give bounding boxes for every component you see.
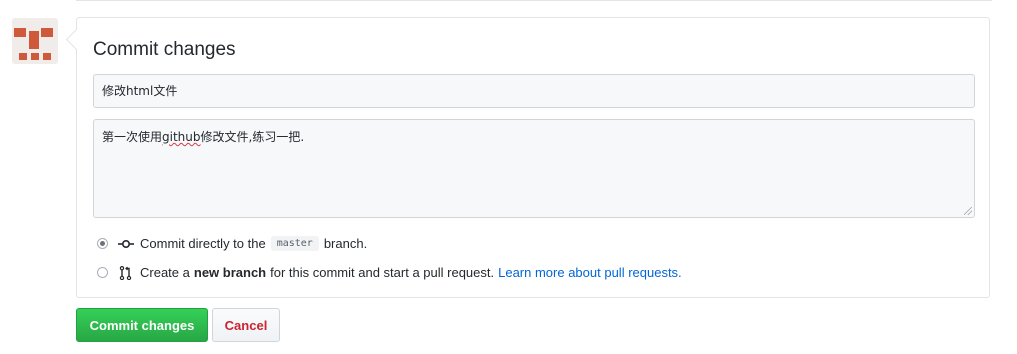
commit-direct-text-end: branch. [323, 236, 368, 251]
commit-changes-button[interactable]: Commit changes [76, 308, 208, 342]
commit-form: Commit changes 修改html文件 第一次使用github修改文件,… [65, 17, 990, 298]
new-branch-bold: new branch [193, 265, 267, 280]
new-branch-text-end: for this commit and start a pull request… [270, 265, 495, 280]
commit-direct-text: Commit directly to the [140, 236, 266, 251]
commit-summary-input[interactable]: 修改html文件 [93, 74, 975, 108]
new-branch-option[interactable]: Create a new branch for this commit and … [97, 265, 682, 280]
cancel-button[interactable]: Cancel [212, 308, 280, 342]
commit-direct-option[interactable]: Commit directly to the master branch. [97, 236, 367, 251]
pull-request-help-link[interactable]: Learn more about pull requests. [498, 265, 682, 280]
git-commit-icon [118, 239, 134, 248]
top-divider [76, 0, 992, 1]
new-branch-text: Create a [140, 265, 190, 280]
form-title: Commit changes [93, 39, 236, 60]
git-pull-request-icon [119, 265, 132, 280]
branch-name: master [270, 236, 319, 251]
misspelled-word: github [162, 130, 201, 144]
new-branch-radio[interactable] [97, 267, 108, 278]
avatar [12, 18, 58, 64]
description-text: 第一次使用github修改文件,练习一把. [102, 130, 305, 144]
commit-description-textarea[interactable]: 第一次使用github修改文件,练习一把. [93, 119, 975, 218]
resize-handle[interactable] [964, 207, 972, 215]
card-pointer [65, 28, 88, 51]
commit-direct-radio[interactable] [97, 238, 108, 249]
commit-summary-value: 修改html文件 [102, 84, 178, 98]
